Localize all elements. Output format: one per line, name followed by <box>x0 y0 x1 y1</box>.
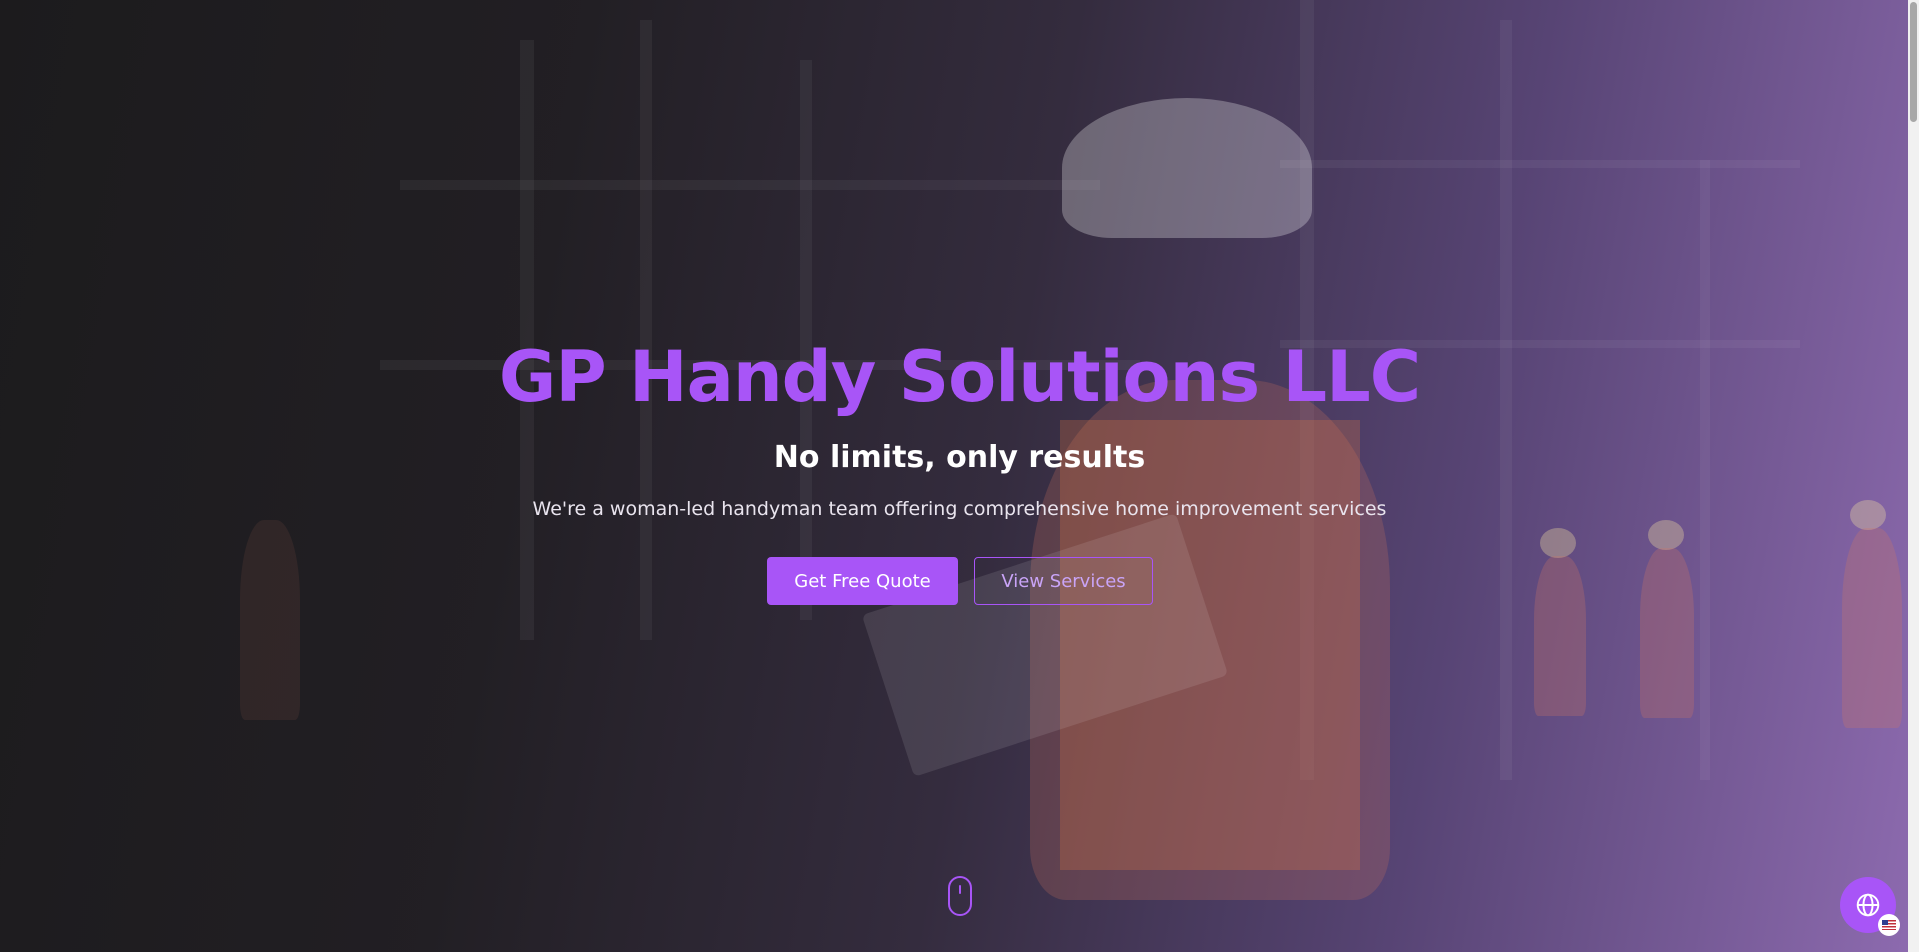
mouse-scroll-icon[interactable] <box>948 876 972 916</box>
hero-subtitle: No limits, only results <box>773 440 1146 475</box>
flag-stripes <box>1882 920 1896 930</box>
get-free-quote-button[interactable]: Get Free Quote <box>767 557 958 605</box>
scrollbar-thumb[interactable] <box>1910 2 1917 122</box>
hero-tagline: We're a woman-led handyman team offering… <box>532 498 1387 520</box>
page-title: GP Handy Solutions LLC <box>498 336 1421 418</box>
page-scrollbar[interactable] <box>1908 0 1919 952</box>
view-services-button[interactable]: View Services <box>974 557 1153 605</box>
hero-content: GP Handy Solutions LLC No limits, only r… <box>0 0 1919 952</box>
flag-canton <box>1882 920 1888 925</box>
us-flag-icon[interactable] <box>1878 914 1900 936</box>
mouse-wheel <box>959 885 961 894</box>
globe-icon <box>1856 893 1880 917</box>
